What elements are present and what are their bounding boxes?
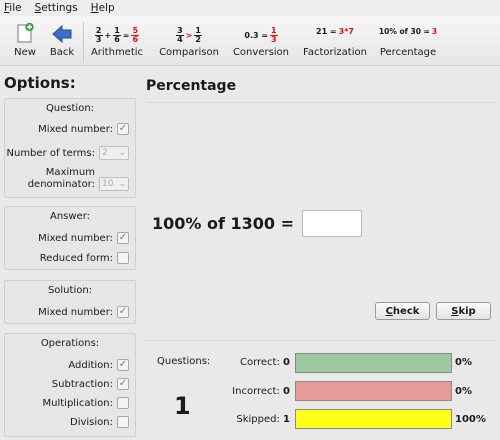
correct-count: 0 bbox=[283, 357, 290, 368]
question-mixed-number-checkbox[interactable]: ✓ bbox=[117, 123, 129, 135]
skip-button[interactable]: Skip bbox=[436, 302, 491, 320]
skipped-count: 1 bbox=[283, 414, 290, 425]
multiplication-checkbox[interactable] bbox=[117, 397, 129, 409]
addition-checkbox[interactable]: ✓ bbox=[117, 359, 129, 371]
comparison-icon: 34 > 12 bbox=[176, 26, 202, 44]
comparison-button[interactable]: 34 > 12 Comparison bbox=[156, 18, 222, 64]
max-denominator-row: Maximum denominator: 10 ⌄ bbox=[28, 167, 129, 191]
problem-text: 100% of 1300 = bbox=[152, 214, 295, 233]
arithmetic-label: Arithmetic bbox=[90, 47, 144, 58]
division-checkbox[interactable] bbox=[117, 416, 129, 428]
skipped-label: Skipped: bbox=[236, 414, 280, 425]
reduced-form-checkbox[interactable] bbox=[117, 252, 129, 264]
subtraction-row: Subtraction: ✓ bbox=[52, 378, 129, 390]
skip-button-label: Skip bbox=[451, 305, 476, 317]
percentage-button[interactable]: 10% of 30 = 3 Percentage bbox=[376, 18, 440, 64]
correct-bar bbox=[295, 353, 452, 373]
new-button[interactable]: New bbox=[8, 18, 42, 64]
answer-input[interactable] bbox=[302, 210, 362, 237]
arithmetic-icon: 23 + 16 = 56 bbox=[94, 26, 140, 44]
skipped-percent: 100% bbox=[455, 414, 486, 425]
addition-row: Addition: ✓ bbox=[68, 359, 129, 371]
solution-mixed-number-label: Mixed number: bbox=[38, 306, 113, 318]
multiplication-label: Multiplication: bbox=[42, 397, 114, 409]
answer-mixed-number-label: Mixed number: bbox=[38, 232, 113, 244]
division-row: Division: bbox=[70, 416, 129, 428]
chevron-down-icon: ⌄ bbox=[118, 148, 126, 158]
solution-mixed-number-row: Mixed number: ✓ bbox=[38, 306, 129, 318]
correct-percent: 0% bbox=[455, 357, 472, 368]
chevron-down-icon: ⌄ bbox=[118, 179, 126, 189]
skipped-bar bbox=[295, 409, 452, 429]
question-group: Question: Mixed number: ✓ Number of term… bbox=[4, 98, 136, 198]
addition-label: Addition: bbox=[68, 359, 113, 371]
question-group-title: Question: bbox=[45, 103, 95, 114]
page-title: Percentage bbox=[146, 78, 237, 94]
incorrect-stat: Incorrect: 0 bbox=[200, 386, 290, 397]
answer-group: Answer: Mixed number: ✓ Reduced form: bbox=[4, 206, 136, 270]
back-button-label: Back bbox=[49, 47, 75, 58]
reduced-form-label: Reduced form: bbox=[39, 252, 113, 264]
menubar: File Settings Help bbox=[0, 0, 500, 16]
factorization-button[interactable]: 21 = 3*7 Factorization bbox=[300, 18, 370, 64]
solution-group-title: Solution: bbox=[47, 285, 93, 296]
solution-group: Solution: Mixed number: ✓ bbox=[4, 280, 136, 324]
percentage-label: Percentage bbox=[379, 47, 437, 58]
back-arrow-icon bbox=[51, 18, 73, 44]
number-of-terms-select[interactable]: 2 ⌄ bbox=[99, 146, 129, 160]
factorization-label: Factorization bbox=[303, 47, 367, 58]
reduced-form-row: Reduced form: bbox=[40, 252, 129, 264]
title-divider bbox=[146, 102, 496, 103]
toolbar-separator bbox=[83, 22, 84, 62]
incorrect-bar bbox=[295, 381, 452, 401]
arithmetic-button[interactable]: 23 + 16 = 56 Arithmetic bbox=[86, 18, 148, 64]
incorrect-percent: 0% bbox=[455, 386, 472, 397]
subtraction-checkbox[interactable]: ✓ bbox=[117, 378, 129, 390]
factorization-icon: 21 = 3*7 bbox=[316, 26, 354, 36]
conversion-label: Conversion bbox=[232, 47, 290, 58]
correct-stat: Correct: 0 bbox=[200, 357, 290, 368]
operations-group: Operations: Addition: ✓ Subtraction: ✓ M… bbox=[4, 333, 136, 437]
number-of-terms-label: Number of terms: bbox=[6, 147, 96, 159]
stats-divider bbox=[146, 340, 496, 341]
skipped-stat: Skipped: 1 bbox=[200, 414, 290, 425]
correct-label: Correct: bbox=[239, 357, 280, 368]
options-title: Options: bbox=[4, 74, 76, 92]
menu-settings[interactable]: Settings bbox=[35, 2, 78, 14]
number-of-terms-row: Number of terms: 2 ⌄ bbox=[6, 146, 129, 160]
solution-mixed-number-checkbox[interactable]: ✓ bbox=[117, 306, 129, 318]
answer-mixed-number-row: Mixed number: ✓ bbox=[38, 232, 129, 244]
max-denominator-select[interactable]: 10 ⌄ bbox=[99, 177, 129, 191]
multiplication-row: Multiplication: bbox=[42, 397, 129, 409]
incorrect-label: Incorrect: bbox=[232, 386, 280, 397]
subtraction-label: Subtraction: bbox=[51, 378, 113, 390]
back-button[interactable]: Back bbox=[46, 18, 78, 64]
division-label: Division: bbox=[70, 416, 113, 428]
toolbar: New Back 23 + 16 = 56 Arithmetic 34 > 1 … bbox=[0, 16, 500, 66]
menu-help[interactable]: Help bbox=[91, 2, 115, 14]
max-denominator-label: Maximum denominator: bbox=[27, 167, 95, 190]
menu-file[interactable]: File bbox=[4, 2, 22, 14]
operations-group-title: Operations: bbox=[40, 338, 100, 349]
check-button-label: Check bbox=[385, 305, 420, 317]
percentage-icon: 10% of 30 = 3 bbox=[378, 26, 438, 36]
answer-mixed-number-checkbox[interactable]: ✓ bbox=[117, 232, 129, 244]
new-document-icon bbox=[15, 18, 35, 44]
answer-group-title: Answer: bbox=[49, 211, 91, 222]
incorrect-count: 0 bbox=[283, 386, 290, 397]
new-button-label: New bbox=[14, 47, 36, 58]
question-mixed-number-row: Mixed number: ✓ bbox=[38, 123, 129, 135]
question-mixed-number-label: Mixed number: bbox=[38, 123, 113, 135]
questions-count: 1 bbox=[174, 392, 191, 420]
check-button[interactable]: Check bbox=[375, 302, 430, 320]
conversion-button[interactable]: 0.3 = 13 Conversion bbox=[230, 18, 292, 64]
conversion-icon: 0.3 = 13 bbox=[244, 26, 278, 44]
comparison-label: Comparison bbox=[159, 47, 219, 58]
